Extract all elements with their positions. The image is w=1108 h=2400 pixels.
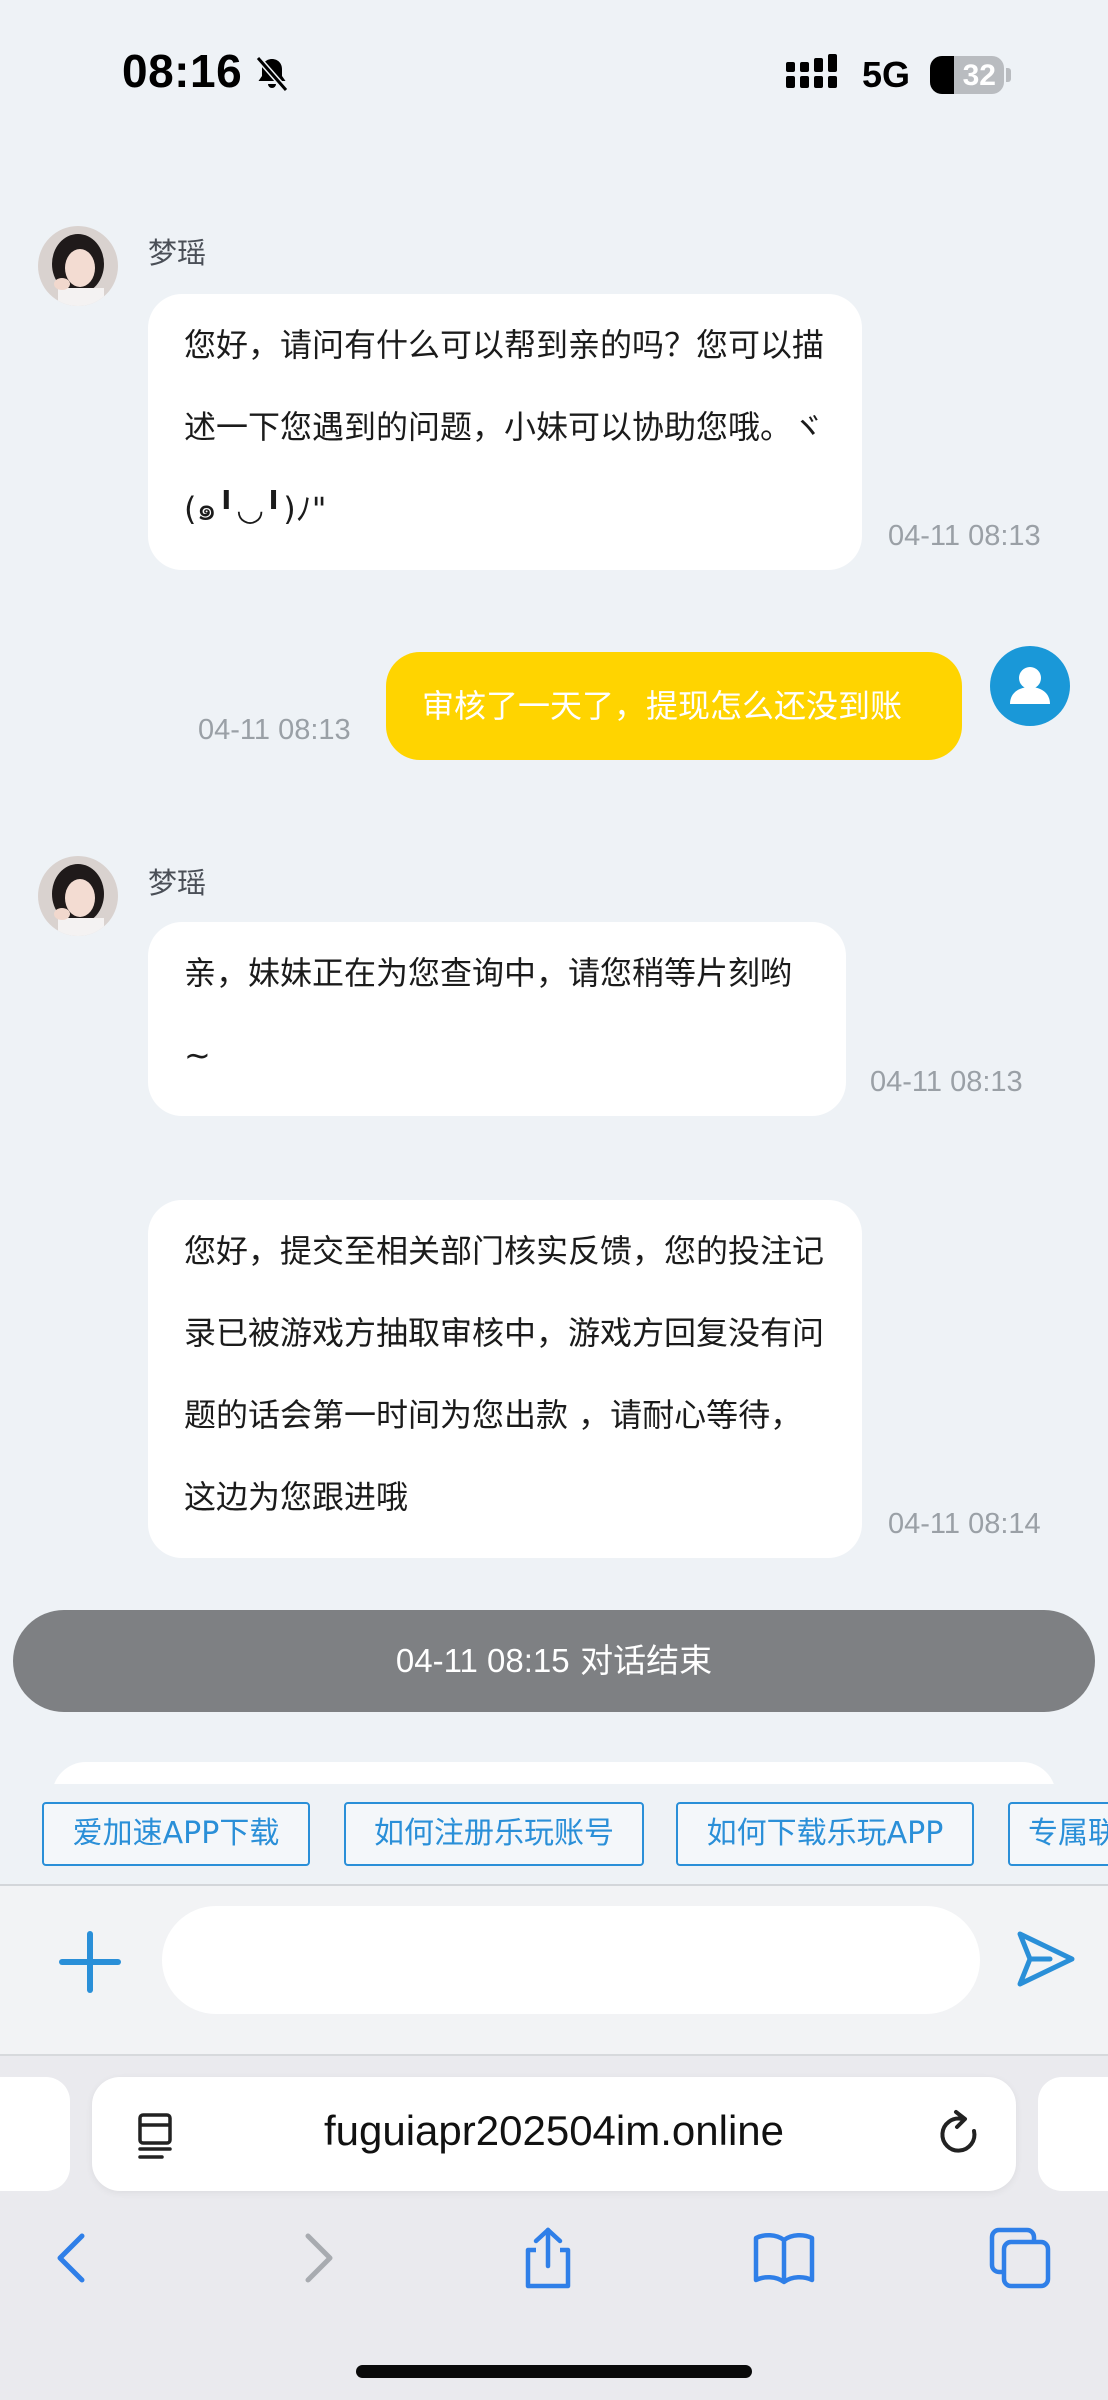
- status-bar: 08:16 5G 32: [0, 0, 1108, 140]
- agent-message-bubble[interactable]: 您好，请问有什么可以帮到亲的吗？您可以描述一下您遇到的问题，小妹可以协助您哦。ヾ…: [148, 294, 862, 570]
- back-icon[interactable]: [42, 2226, 106, 2290]
- status-time: 08:16: [122, 45, 243, 97]
- reload-icon[interactable]: [934, 2109, 984, 2159]
- quick-reply-button[interactable]: 如何下载乐玩APP: [676, 1802, 974, 1866]
- user-message-bubble[interactable]: 审核了一天了，提现怎么还没到账: [386, 652, 962, 760]
- message-timestamp: 04-11 08:13: [888, 520, 1041, 552]
- user-avatar[interactable]: [990, 646, 1070, 726]
- battery-indicator: 32: [930, 56, 1004, 94]
- quick-reply-button[interactable]: 爱加速APP下载: [42, 1802, 310, 1866]
- quick-reply-button[interactable]: 专属联系: [1008, 1802, 1108, 1866]
- sender-name: 梦瑶: [148, 866, 207, 900]
- message-text: 审核了一天了，提现怎么还没到账: [422, 687, 903, 725]
- tabs-icon[interactable]: [988, 2226, 1052, 2290]
- message-timestamp: 04-11 08:14: [888, 1508, 1041, 1540]
- message-timestamp: 04-11 08:13: [870, 1066, 1023, 1098]
- conversation-ended-banner: 04-11 08:15 对话结束: [13, 1610, 1095, 1712]
- bookmarks-icon[interactable]: [752, 2226, 816, 2290]
- end-label: 对话结束: [580, 1641, 713, 1680]
- battery-percent: 32: [962, 59, 996, 92]
- plus-icon[interactable]: [58, 1930, 122, 1994]
- browser-toolbar: fuguiapr202504im.online: [0, 2056, 1108, 2400]
- message-text: 您好，请问有什么可以帮到亲的吗？您可以描述一下您遇到的问题，小妹可以协助您哦。ヾ…: [184, 326, 825, 528]
- agent-message-bubble[interactable]: 您好，提交至相关部门核实反馈，您的投注记录已被游戏方抽取审核中，游戏方回复没有问…: [148, 1200, 862, 1558]
- message-text: 亲，妹妹正在为您查询中，请您稍等片刻哟~: [184, 954, 793, 1074]
- share-icon[interactable]: [516, 2226, 580, 2290]
- agent-avatar[interactable]: [38, 226, 118, 306]
- agent-message-bubble[interactable]: 亲，妹妹正在为您查询中，请您稍等片刻哟~: [148, 922, 846, 1116]
- message-text: 您好，提交至相关部门核实反馈，您的投注记录已被游戏方抽取审核中，游戏方回复没有问…: [184, 1232, 825, 1516]
- battery-fill: [930, 56, 954, 94]
- message-input[interactable]: [162, 1906, 980, 2014]
- url-text: fuguiapr202504im.online: [323, 2107, 784, 2154]
- network-type: 5G: [862, 54, 911, 95]
- home-indicator: [356, 2365, 752, 2378]
- forward-icon[interactable]: [284, 2226, 348, 2290]
- previous-tab-preview[interactable]: [0, 2077, 70, 2191]
- send-icon[interactable]: [1014, 1928, 1076, 1990]
- message-composer: [0, 1886, 1108, 2054]
- battery-tip: [1006, 68, 1011, 82]
- end-time: 04-11 08:15: [395, 1642, 570, 1679]
- address-bar[interactable]: fuguiapr202504im.online: [92, 2077, 1016, 2191]
- bell-slash-icon: [255, 56, 289, 92]
- user-icon: [1010, 667, 1050, 704]
- next-tab-preview[interactable]: [1038, 2077, 1108, 2191]
- agent-photo: [38, 226, 118, 306]
- signal-bars-icon: [786, 54, 837, 88]
- agent-avatar[interactable]: [38, 856, 118, 936]
- sender-name: 梦瑶: [148, 236, 207, 270]
- quick-reply-bar[interactable]: 爱加速APP下载 如何注册乐玩账号 如何下载乐玩APP 专属联系: [0, 1784, 1108, 1884]
- agent-photo: [38, 856, 118, 936]
- message-timestamp: 04-11 08:13: [198, 714, 351, 746]
- quick-reply-button[interactable]: 如何注册乐玩账号: [344, 1802, 644, 1866]
